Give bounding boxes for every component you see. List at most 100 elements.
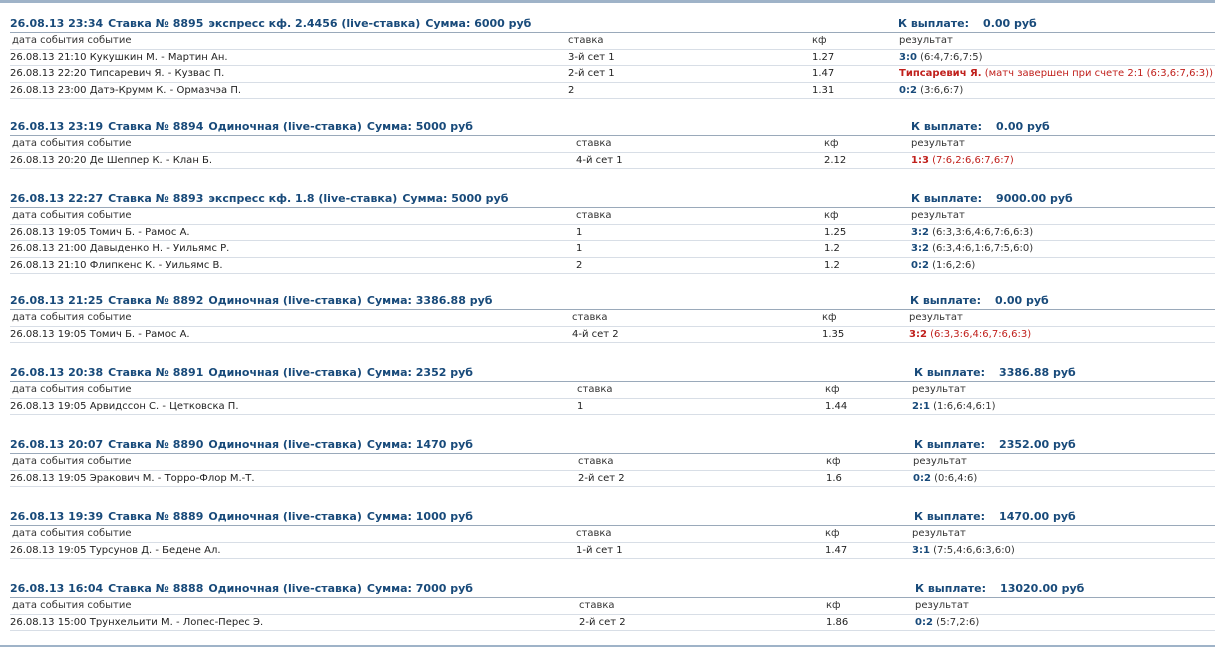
col-header-coef: кф <box>822 312 837 323</box>
bet-datetime: 26.08.13 19:39 <box>10 510 104 523</box>
event-cell: 26.08.13 19:05 Арвидссон С. - Цетковска … <box>10 400 239 412</box>
result-score: 3:1 <box>912 544 930 556</box>
result-cell: 2:1 (1:6,6:4,6:1) <box>912 399 996 414</box>
column-header-row: дата события событие ставка кф результат <box>10 454 1215 471</box>
column-header-row: дата события событие ставка кф результат <box>10 136 1215 153</box>
bet-header-info: 26.08.13 20:38 Ставка № 8891 Одиночная (li… <box>10 366 478 379</box>
bet-datetime: 26.08.13 22:27 <box>10 192 104 205</box>
bet-header: 26.08.13 20:07 Ставка № 8890 Одиночная (li… <box>10 438 1215 452</box>
col-header-result: результат <box>911 138 965 149</box>
column-header-row: дата события событие ставка кф результат <box>10 382 1215 399</box>
col-header-stake: ставка <box>578 456 614 467</box>
result-score: 3:2 <box>911 226 929 238</box>
coef-cell: 1.27 <box>812 51 835 63</box>
table-row: 26.08.13 15:00 Трунхельити М. - Лопес-Пе… <box>10 615 1215 631</box>
col-header-stake: ставка <box>579 600 615 611</box>
bet-sum: Сумма: 6000 руб <box>425 17 532 30</box>
bet-block: 26.08.13 19:39 Ставка № 8889 Одиночная (li… <box>10 510 1215 559</box>
result-winner: Типсаревич Я. <box>899 68 982 79</box>
table-row: 26.08.13 23:00 Датэ-Крумм К. - Ормазчэа … <box>10 83 1215 99</box>
payout-label: К выплате: <box>914 510 986 523</box>
bet-payout: К выплате: 3386.88 руб <box>914 366 1076 379</box>
col-header-coef: кф <box>826 600 841 611</box>
bet-header-info: 26.08.13 21:25 Ставка № 8892 Одиночная (li… <box>10 294 497 307</box>
table-row: 26.08.13 19:05 Турсунов Д. - Бедене Ал. 1… <box>10 543 1215 559</box>
table-row: 26.08.13 22:20 Типсаревич Я. - Кузвас П.… <box>10 66 1215 83</box>
coef-cell: 1.31 <box>812 84 835 96</box>
table-row: 26.08.13 21:00 Давыденко Н. - Уильямс Р.… <box>10 241 1215 258</box>
col-header-result: результат <box>915 600 969 611</box>
bet-block: 26.08.13 23:34 Ставка № 8895 экспресс кф. … <box>10 17 1215 99</box>
result-detail: (1:6,2:6) <box>932 259 976 271</box>
stake-cell: 3-й сет 1 <box>568 51 615 63</box>
bet-number: Ставка № 8894 <box>108 120 204 133</box>
col-header-coef: кф <box>824 210 839 221</box>
bet-payout: К выплате: 0.00 руб <box>898 17 1037 30</box>
bet-block: 26.08.13 20:38 Ставка № 8891 Одиночная (li… <box>10 366 1215 415</box>
bet-sum: Сумма: 1470 руб <box>366 438 473 451</box>
col-header-stake: ставка <box>577 384 613 395</box>
stake-cell: 1 <box>576 226 583 238</box>
bet-header-info: 26.08.13 16:04 Ставка № 8888 Одиночная (li… <box>10 582 478 595</box>
coef-cell: 1.2 <box>824 259 840 271</box>
bet-sum: Сумма: 3386.88 руб <box>366 294 493 307</box>
result-score: 0:2 <box>911 259 929 271</box>
stake-cell: 4-й сет 1 <box>576 154 623 166</box>
table-row: 26.08.13 19:05 Томич Б. - Рамос А. 4-й се… <box>10 327 1215 343</box>
bet-datetime: 26.08.13 23:19 <box>10 120 104 133</box>
col-header-result: результат <box>909 312 963 323</box>
col-header-event: дата события событие <box>12 312 132 323</box>
bet-history-page: 26.08.13 23:34 Ставка № 8895 экспресс кф. … <box>0 0 1215 647</box>
result-cell: 3:2 (6:3,3:6,4:6,7:6,6:3) <box>909 327 1031 342</box>
result-cell: 0:2 (3:6,6:7) <box>899 83 963 98</box>
payout-value: 9000.00 руб <box>996 192 1073 205</box>
bet-number: Ставка № 8892 <box>108 294 204 307</box>
result-score: 3:2 <box>909 328 927 340</box>
bet-list: 26.08.13 23:34 Ставка № 8895 экспресс кф. … <box>0 3 1215 645</box>
stake-cell: 2 <box>568 84 575 96</box>
table-row: 26.08.13 20:20 Де Шеппер К. - Клан Б. 4-й… <box>10 153 1215 169</box>
col-header-stake: ставка <box>576 210 612 221</box>
bet-payout: К выплате: 0.00 руб <box>910 294 1049 307</box>
bet-header-info: 26.08.13 22:27 Ставка № 8893 экспресс кф. … <box>10 192 513 205</box>
col-header-stake: ставка <box>572 312 608 323</box>
stake-cell: 2-й сет 1 <box>568 68 615 79</box>
bet-block: 26.08.13 16:04 Ставка № 8888 Одиночная (li… <box>10 582 1215 631</box>
col-header-event: дата события событие <box>12 600 132 611</box>
bet-type: Одиночная (live-ставка) <box>208 294 362 307</box>
bet-datetime: 26.08.13 23:34 <box>10 17 104 30</box>
coef-cell: 1.86 <box>826 616 849 628</box>
bet-payout: К выплате: 2352.00 руб <box>914 438 1076 451</box>
col-header-coef: кф <box>825 528 840 539</box>
column-header-row: дата события событие ставка кф результат <box>10 208 1215 225</box>
coef-cell: 1.6 <box>826 472 842 484</box>
stake-cell: 2 <box>576 259 583 271</box>
result-detail: (6:3,3:6,4:6,7:6,6:3) <box>930 328 1032 340</box>
col-header-stake: ставка <box>576 138 612 149</box>
result-score: 3:2 <box>911 243 929 254</box>
bet-number: Ставка № 8888 <box>108 582 204 595</box>
col-header-result: результат <box>899 35 953 46</box>
stake-cell: 1-й сет 1 <box>576 544 623 556</box>
bet-payout: К выплате: 9000.00 руб <box>911 192 1073 205</box>
table-row: 26.08.13 21:10 Флипкенс К. - Уильямс В. 2… <box>10 258 1215 274</box>
result-detail: (7:5,4:6,6:3,6:0) <box>933 544 1015 556</box>
result-note: (матч завершен при счете 2:1 (6:3,6:7,6:… <box>984 68 1213 79</box>
bet-block: 26.08.13 20:07 Ставка № 8890 Одиночная (li… <box>10 438 1215 487</box>
result-cell: 1:3 (7:6,2:6,6:7,6:7) <box>911 153 1014 168</box>
col-header-coef: кф <box>824 138 839 149</box>
result-detail: (7:6,2:6,6:7,6:7) <box>932 154 1014 166</box>
event-cell: 26.08.13 19:05 Томич Б. - Рамос А. <box>10 328 190 340</box>
bet-payout: К выплате: 13020.00 руб <box>915 582 1084 595</box>
bet-datetime: 26.08.13 20:07 <box>10 438 104 451</box>
bet-datetime: 26.08.13 21:25 <box>10 294 104 307</box>
stake-cell: 2-й сет 2 <box>579 616 626 628</box>
bet-header: 26.08.13 19:39 Ставка № 8889 Одиночная (li… <box>10 510 1215 524</box>
col-header-event: дата события событие <box>12 35 132 46</box>
bet-block: 26.08.13 22:27 Ставка № 8893 экспресс кф. … <box>10 192 1215 274</box>
stake-cell: 4-й сет 2 <box>572 328 619 340</box>
payout-value: 13020.00 руб <box>1000 582 1085 595</box>
coef-cell: 1.35 <box>822 328 845 340</box>
bet-type: Одиночная (live-ставка) <box>208 582 362 595</box>
result-cell: 3:2 (6:3,3:6,4:6,7:6,6:3) <box>911 225 1033 240</box>
